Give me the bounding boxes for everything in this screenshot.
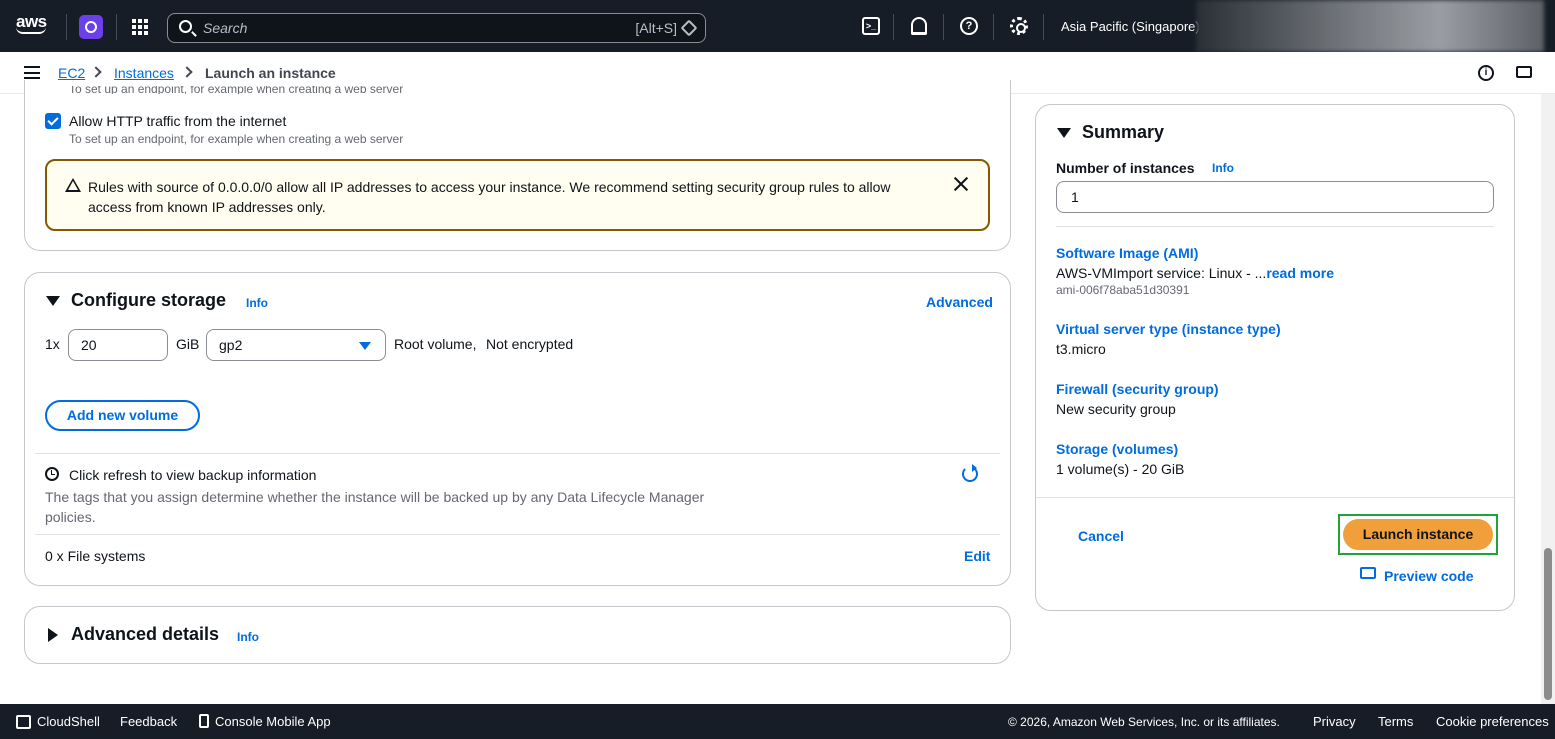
warning-icon <box>65 178 81 192</box>
scrollbar-thumb[interactable] <box>1544 548 1552 700</box>
divider <box>1056 226 1494 227</box>
search-bar[interactable]: Search [Alt+S] <box>167 13 706 43</box>
advanced-details-info-link[interactable]: Info <box>237 630 259 644</box>
region-label: Asia Pacific (Singapore) <box>1061 19 1200 34</box>
volume-count: 1x <box>45 336 60 352</box>
number-of-instances-input[interactable]: 1 <box>1056 181 1494 213</box>
volume-size-unit: GiB <box>176 336 200 352</box>
instances-info-link[interactable]: Info <box>1212 161 1234 175</box>
http-checkbox-label[interactable]: Allow HTTP traffic from the internet <box>69 113 286 129</box>
storage-label[interactable]: Storage (volumes) <box>1056 441 1178 457</box>
firewall-label[interactable]: Firewall (security group) <box>1056 381 1219 397</box>
divider <box>1036 497 1514 498</box>
truncated-hint: To set up an endpoint, for example when … <box>69 86 404 94</box>
nav-divider <box>993 14 994 40</box>
nav-divider <box>1043 14 1044 40</box>
file-systems-count: 0 x File systems <box>45 548 146 564</box>
nav-divider <box>116 14 117 40</box>
preview-code-icon <box>1360 567 1376 579</box>
root-volume-label: Root volume, <box>394 336 477 352</box>
storage-value: 1 volume(s) - 20 GiB <box>1056 461 1185 477</box>
chevron-right-icon <box>181 66 193 78</box>
cloudshell-icon[interactable]: >_ <box>862 17 880 35</box>
advanced-details-title[interactable]: Advanced details <box>71 624 219 645</box>
http-checkbox[interactable] <box>45 113 61 129</box>
volume-type-select[interactable]: gp2 <box>206 329 386 361</box>
search-placeholder: Search <box>203 20 248 36</box>
nav-divider <box>66 14 67 40</box>
help-icon[interactable]: ? <box>960 17 978 35</box>
search-icon <box>179 20 192 33</box>
storage-advanced-link[interactable]: Advanced <box>926 294 993 310</box>
chevron-right-icon <box>90 66 102 78</box>
collapse-caret-icon[interactable] <box>46 296 60 306</box>
storage-info-link[interactable]: Info <box>246 296 268 310</box>
top-navigation: aws Search [Alt+S] >_ ? Asia Pacific (Si… <box>0 0 1555 52</box>
expand-caret-icon[interactable] <box>48 628 58 642</box>
cancel-button[interactable]: Cancel <box>1078 528 1124 544</box>
notifications-bell-icon[interactable] <box>911 17 927 35</box>
backup-title: Click refresh to view backup information <box>69 467 317 483</box>
add-new-volume-button[interactable]: Add new volume <box>45 400 200 431</box>
divider <box>35 453 1000 454</box>
read-more-link[interactable]: read more <box>1266 265 1334 281</box>
info-panel-icon[interactable]: i <box>1478 65 1494 81</box>
footer-privacy[interactable]: Privacy <box>1313 714 1356 729</box>
divider <box>35 534 1000 535</box>
summary-title: Summary <box>1082 122 1165 142</box>
breadcrumb-current: Launch an instance <box>205 65 336 81</box>
aws-logo[interactable]: aws <box>16 12 47 34</box>
breadcrumb-instances[interactable]: Instances <box>114 65 174 81</box>
close-icon[interactable] <box>952 175 970 193</box>
breadcrumb-ec2[interactable]: EC2 <box>58 65 85 81</box>
region-selector[interactable]: Asia Pacific (Singapore) <box>1061 19 1216 34</box>
footer-cloudshell[interactable]: CloudShell <box>37 714 100 729</box>
panel-mask <box>25 94 1010 95</box>
nav-divider <box>893 14 894 40</box>
footer-cookie-preferences[interactable]: Cookie preferences <box>1436 714 1549 729</box>
warning-alert: Rules with source of 0.0.0.0/0 allow all… <box>45 159 990 231</box>
search-shortcut: [Alt+S] <box>635 20 677 36</box>
instance-type-value: t3.micro <box>1056 341 1106 357</box>
ami-label[interactable]: Software Image (AMI) <box>1056 245 1198 261</box>
alert-text: Rules with source of 0.0.0.0/0 allow all… <box>88 179 891 215</box>
volume-size-input[interactable]: 20 <box>68 329 168 361</box>
ami-value-text: AWS-VMImport service: Linux - ... <box>1056 265 1267 281</box>
firewall-value: New security group <box>1056 401 1176 417</box>
aws-logo-text: aws <box>16 12 47 31</box>
collapse-caret-icon[interactable] <box>1057 128 1071 138</box>
instances-label: Number of instances <box>1056 160 1195 176</box>
footer-feedback[interactable]: Feedback <box>120 714 177 729</box>
encryption-status: Not encrypted <box>486 336 574 352</box>
mobile-app-icon <box>199 714 209 728</box>
service-icon[interactable] <box>79 15 103 39</box>
clock-icon <box>45 467 59 481</box>
settings-gear-icon[interactable] <box>1010 17 1028 35</box>
storage-title: Configure storage <box>71 290 227 310</box>
nav-divider <box>943 14 944 40</box>
footer-copyright: © 2026, Amazon Web Services, Inc. or its… <box>1008 715 1280 729</box>
account-menu-blurred[interactable] <box>1196 0 1544 52</box>
preview-code-link[interactable]: Preview code <box>1384 568 1474 584</box>
footer-mobile-app[interactable]: Console Mobile App <box>215 714 331 729</box>
services-grid-icon[interactable] <box>132 19 148 35</box>
ami-value: AWS-VMImport service: Linux - ...read mo… <box>1056 265 1334 281</box>
footer-terms[interactable]: Terms <box>1378 714 1413 729</box>
launch-instance-button[interactable]: Launch instance <box>1343 519 1493 550</box>
shortcut-icon <box>680 19 698 37</box>
file-systems-edit-link[interactable]: Edit <box>964 548 990 564</box>
cloudshell-icon <box>16 715 31 729</box>
instance-type-label[interactable]: Virtual server type (instance type) <box>1056 321 1281 337</box>
ami-id: ami-006f78aba51d30391 <box>1056 283 1190 297</box>
footer: CloudShell Feedback Console Mobile App ©… <box>0 704 1555 739</box>
http-hint: To set up an endpoint, for example when … <box>69 132 404 146</box>
caret-down-icon <box>359 342 371 350</box>
feedback-screen-icon[interactable] <box>1516 66 1532 78</box>
refresh-icon[interactable] <box>962 464 978 482</box>
menu-hamburger-icon[interactable] <box>24 66 40 79</box>
backup-description: The tags that you assign determine wheth… <box>45 489 705 525</box>
volume-type-value: gp2 <box>219 337 243 353</box>
